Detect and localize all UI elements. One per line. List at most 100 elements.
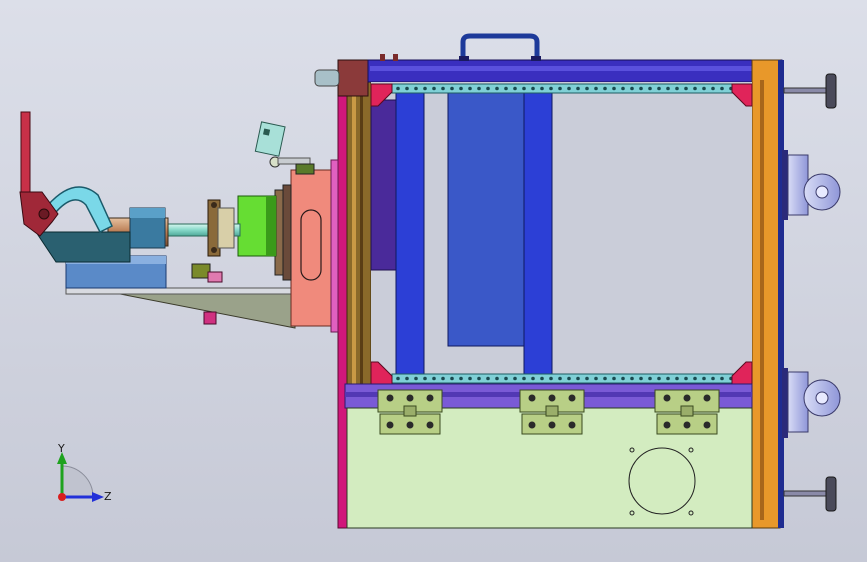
rail-hole [441, 86, 445, 91]
rail-hole [549, 376, 553, 381]
rail-hole [540, 376, 544, 381]
rail-hole [405, 376, 409, 381]
rail-hole [675, 86, 679, 91]
rail-hole [486, 86, 490, 91]
rail-hole [558, 376, 562, 381]
rail-hole [405, 86, 409, 91]
rail-hole [495, 86, 499, 91]
hinge-left[interactable] [377, 389, 443, 435]
rail-hole [432, 376, 436, 381]
rail-hole [423, 86, 427, 91]
caster-hub [815, 185, 829, 199]
small-bracket-magenta [203, 311, 217, 325]
handle-bar [20, 111, 31, 195]
rail-hole [540, 86, 544, 91]
rail-hole [414, 376, 418, 381]
right-upright-navy [778, 60, 784, 528]
rail-hole [621, 86, 625, 91]
rail-hole [441, 376, 445, 381]
rail-hole [414, 86, 418, 91]
rod-flange-bolt-2 [211, 247, 217, 253]
hinge-middle[interactable] [519, 389, 585, 435]
rail-hole [612, 86, 616, 91]
rail-hole [657, 86, 661, 91]
rail-hole [504, 86, 508, 91]
top-bolt-1 [380, 54, 385, 61]
left-upright-magenta [337, 59, 348, 529]
caster-mount [782, 368, 788, 438]
cad-viewport[interactable]: Y Z [0, 0, 867, 562]
rail-hole [693, 376, 697, 381]
rail-hole [468, 86, 472, 91]
rail-hole [549, 86, 553, 91]
rail-hole [666, 376, 670, 381]
sensor-arm [277, 157, 311, 165]
rail-hole [459, 86, 463, 91]
rail-hole [594, 86, 598, 91]
top-rail-inner [370, 66, 780, 71]
rail-hole [585, 86, 589, 91]
rail-hole [684, 376, 688, 381]
rod-nut [217, 207, 235, 249]
top-left-cap [337, 59, 369, 97]
rail-hole [630, 376, 634, 381]
rail-hole [693, 86, 697, 91]
rail-hole [630, 86, 634, 91]
right-upright-orange [751, 59, 781, 529]
rail-hole [684, 86, 688, 91]
rail-hole [396, 86, 400, 91]
rail-hole [567, 376, 571, 381]
rail-hole [531, 86, 535, 91]
rail-hole [486, 376, 490, 381]
rail-hole [513, 376, 517, 381]
rail-hole [603, 86, 607, 91]
rail-hole [639, 86, 643, 91]
top-bolt-2 [393, 54, 398, 61]
rail-hole [648, 86, 652, 91]
rail-hole [585, 376, 589, 381]
foot-stem [783, 87, 829, 94]
rail-hole [576, 86, 580, 91]
rail-hole [522, 376, 526, 381]
rail-hole [675, 376, 679, 381]
handle-pivot [38, 208, 50, 220]
rail-hole [504, 376, 508, 381]
rail-hole [513, 86, 517, 91]
rail-hole [666, 86, 670, 91]
rail-hole [396, 376, 400, 381]
z-axis-label: Z [104, 490, 112, 503]
foot-stem [783, 490, 829, 497]
frame-assembly[interactable] [337, 59, 784, 529]
rail-hole [639, 376, 643, 381]
rail-hole [450, 86, 454, 91]
rail-hole [648, 376, 652, 381]
rail-hole [720, 376, 724, 381]
y-axis-label: Y [57, 442, 65, 455]
small-bracket-pink [207, 271, 223, 283]
rail-hole [459, 376, 463, 381]
caster-hub [815, 391, 829, 405]
rail-hole [711, 376, 715, 381]
right-upright-stripe [760, 80, 764, 520]
foot-pad [825, 73, 837, 109]
rail-hole [612, 376, 616, 381]
left-upright-stripe-2 [360, 95, 363, 385]
sensor-clip [295, 163, 315, 175]
panel-blue-right [523, 92, 553, 382]
mount-plate-salmon [290, 169, 332, 327]
rail-hole [567, 86, 571, 91]
rail-hole [450, 376, 454, 381]
rail-hole [423, 376, 427, 381]
rail-hole [711, 86, 715, 91]
panel-blue-left [395, 92, 425, 382]
rail-hole [432, 86, 436, 91]
x-axis-dot [58, 493, 66, 501]
rail-hole [657, 376, 661, 381]
rod-flange-bolt-1 [211, 202, 217, 208]
left-upright-stripe [352, 95, 356, 385]
interior-cavity [371, 82, 752, 385]
base-plate [65, 287, 297, 295]
small-bracket-olive [191, 263, 211, 279]
clamp-block-top [130, 208, 165, 218]
hinge-right[interactable] [654, 389, 720, 435]
